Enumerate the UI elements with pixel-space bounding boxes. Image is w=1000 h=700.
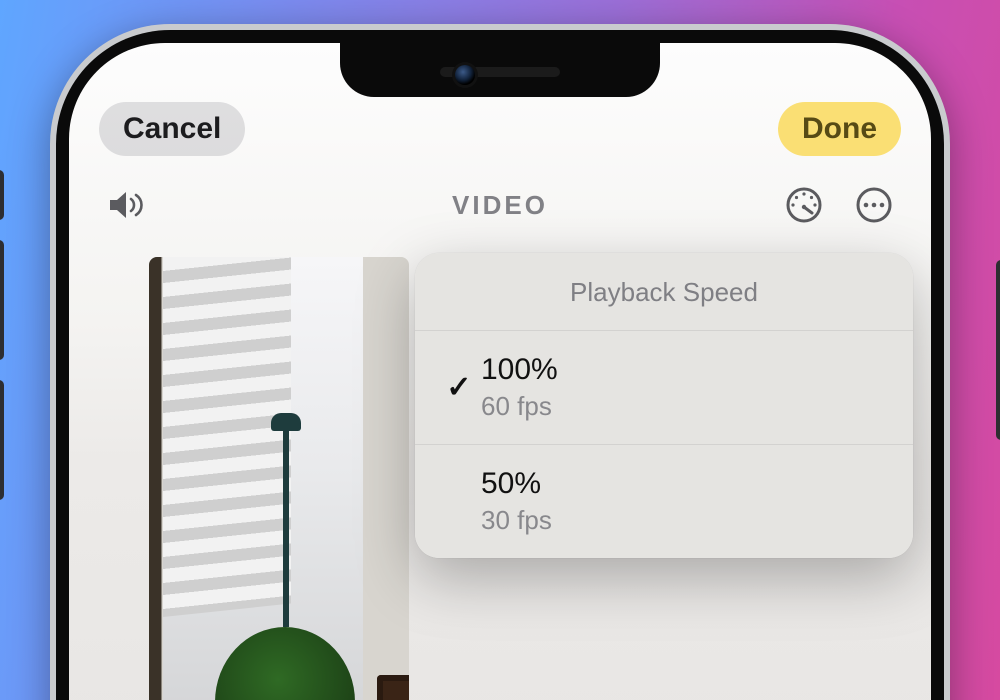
cancel-button[interactable]: Cancel — [99, 102, 245, 156]
done-button[interactable]: Done — [778, 102, 901, 156]
toolbar: VIDEO — [103, 175, 897, 235]
option-secondary: 30 fps — [481, 505, 552, 536]
menu-title: Playback Speed — [415, 253, 913, 331]
speed-option-100[interactable]: ✓ 100% 60 fps — [415, 331, 913, 444]
option-primary: 100% — [481, 353, 558, 387]
checkmark-icon: ✓ — [437, 370, 481, 405]
silence-switch — [0, 170, 4, 220]
screen: Cancel Done VIDEO — [69, 43, 931, 700]
toolbar-title: VIDEO — [103, 190, 897, 221]
volume-up-button — [0, 240, 4, 360]
navbar: Cancel Done — [99, 95, 901, 163]
notch — [340, 43, 660, 97]
device-frame: Cancel Done VIDEO — [50, 24, 950, 700]
front-camera — [455, 65, 475, 85]
option-primary: 50% — [481, 467, 552, 501]
speed-option-50[interactable]: 50% 30 fps — [415, 444, 913, 558]
playback-speed-menu: Playback Speed ✓ 100% 60 fps 50% 30 fps — [415, 253, 913, 558]
volume-down-button — [0, 380, 4, 500]
option-secondary: 60 fps — [481, 391, 558, 422]
power-button — [996, 260, 1000, 440]
wallpaper: Cancel Done VIDEO — [0, 0, 1000, 700]
video-preview[interactable] — [149, 257, 409, 700]
